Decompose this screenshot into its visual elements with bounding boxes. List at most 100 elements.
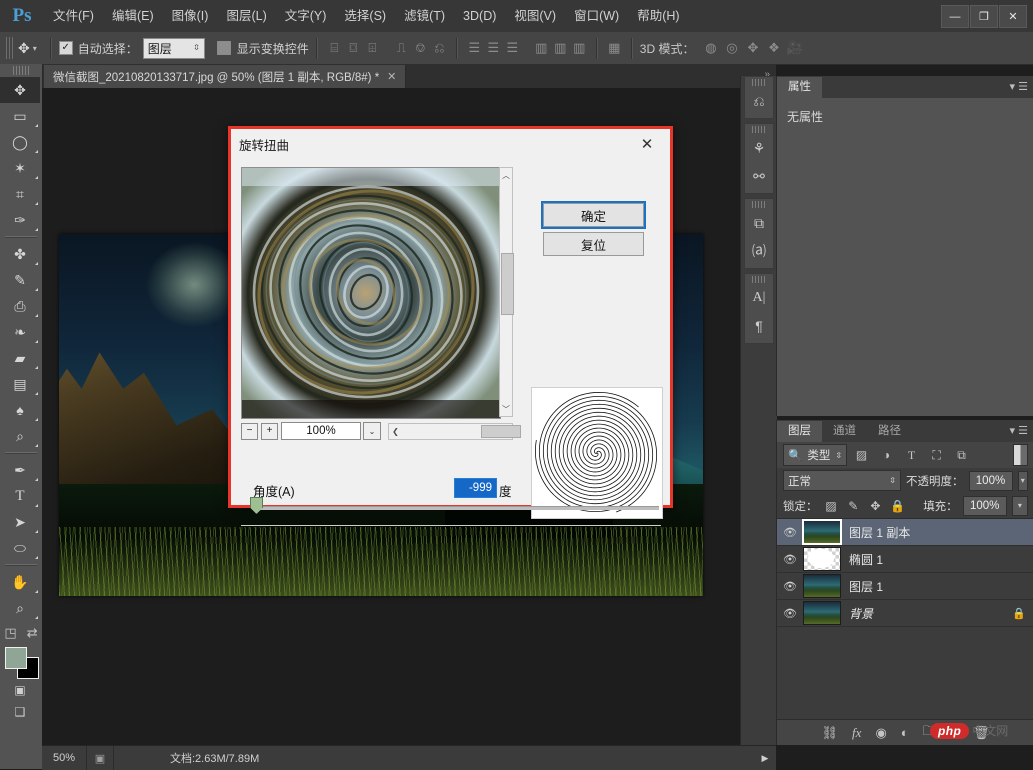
history-brush-tool[interactable]: ❧ [0, 319, 40, 345]
preview-vertical-scrollbar[interactable]: ︿ ﹀ [499, 167, 514, 417]
close-button[interactable]: ✕ [999, 5, 1027, 28]
adjustment-layer-icon[interactable]: ◐ [901, 725, 909, 740]
options-bar-grip[interactable] [6, 37, 13, 59]
hand-tool[interactable]: ✋ [0, 569, 40, 595]
filter-type-icon[interactable]: T [901, 445, 922, 465]
clone-stamp-tool[interactable]: ⎙ [0, 293, 40, 319]
panel-menu-icon[interactable]: ▾ ☰ [1010, 424, 1028, 437]
lock-image-icon[interactable]: ✎ [845, 497, 862, 515]
zoom-in-button[interactable]: + [261, 422, 278, 440]
preview-horizontal-scrollbar[interactable]: ❮ ❯ [388, 422, 521, 440]
color-swatches[interactable] [0, 645, 40, 679]
layer-comps-icon[interactable]: ⧉ [745, 209, 773, 237]
status-menu-arrow-icon[interactable]: ▶ [754, 753, 776, 764]
zoom-level[interactable]: 50% [42, 752, 86, 764]
magic-wand-tool[interactable]: ✶ [0, 155, 40, 181]
dist-center-icon[interactable]: ▥ [551, 39, 570, 58]
menu-3d[interactable]: 3D(D) [454, 0, 505, 32]
show-transform-checkbox[interactable] [216, 41, 231, 55]
layer-thumbnail[interactable] [803, 574, 841, 598]
eyedropper-tool[interactable]: ✑ [0, 207, 40, 233]
scrollbar-thumb[interactable] [481, 424, 521, 438]
align-right-icon[interactable]: ⌹ [363, 39, 382, 58]
angle-slider-track[interactable] [253, 506, 659, 510]
dist-top-icon[interactable]: ☰ [465, 39, 484, 58]
tab-layers[interactable]: 图层 [777, 421, 822, 442]
menu-image[interactable]: 图像(I) [163, 0, 218, 32]
dist-bottom-icon[interactable]: ☰ [503, 39, 522, 58]
lock-transparent-icon[interactable]: ▨ [823, 497, 840, 515]
dist-left-icon[interactable]: ▥ [532, 39, 551, 58]
layer-row-2[interactable]: 👁 椭圆 1 [777, 546, 1033, 573]
brush-tool[interactable]: ✎ [0, 267, 40, 293]
twirl-preview-image[interactable] [241, 167, 501, 419]
rail-grip[interactable] [752, 201, 766, 208]
chevron-down-icon[interactable]: ⌄ [363, 422, 381, 440]
link-layers-icon[interactable]: ⛓ [822, 725, 839, 741]
dist-middle-icon[interactable]: ☰ [484, 39, 503, 58]
rail-grip[interactable] [752, 79, 766, 86]
menu-filter[interactable]: 滤镜(T) [395, 0, 454, 32]
pen-tool[interactable]: ✒ [0, 457, 40, 483]
menu-type[interactable]: 文字(Y) [276, 0, 336, 32]
minimize-button[interactable]: — [941, 5, 969, 28]
eye-icon[interactable]: 👁 [777, 580, 803, 593]
type-tool[interactable]: T [0, 483, 40, 509]
screen-mode-icon[interactable]: ❑ [0, 701, 40, 723]
adjustments-icon[interactable]: ⚘ [745, 134, 773, 162]
fill-dropdown-arrow-icon[interactable]: ▾ [1011, 495, 1028, 516]
auto-select-scope-dropdown[interactable]: 图层 ⇳ [142, 37, 205, 59]
eye-icon[interactable]: 👁 [777, 526, 803, 539]
scroll-down-icon[interactable]: ﹀ [500, 402, 512, 416]
opacity-value[interactable]: 100% [968, 470, 1013, 491]
move-tool[interactable]: ✥ [0, 77, 40, 103]
angle-input[interactable]: -999 [454, 478, 497, 498]
layer-thumbnail[interactable] [803, 601, 841, 625]
quick-mask-icon[interactable]: ▣ [0, 679, 40, 701]
tab-paths[interactable]: 路径 [867, 421, 912, 442]
layer-row-1[interactable]: 👁 图层 1 副本 [777, 519, 1033, 546]
filter-adjustment-icon[interactable]: ◑ [876, 445, 897, 465]
align-center-h-icon[interactable]: ⌼ [344, 39, 363, 58]
menu-view[interactable]: 视图(V) [505, 0, 565, 32]
menu-edit[interactable]: 编辑(E) [103, 0, 163, 32]
dodge-tool[interactable]: ⌕ [0, 423, 40, 449]
history-icon[interactable]: ⎌ [745, 87, 773, 115]
character-icon[interactable]: A| [745, 284, 773, 312]
zoom-out-button[interactable]: − [241, 422, 258, 440]
gradient-tool[interactable]: ▤ [0, 371, 40, 397]
path-selection-tool[interactable]: ➤ [0, 509, 40, 535]
dialog-title-bar[interactable]: 旋转扭曲 ✕ [231, 129, 670, 159]
slide-3d-icon[interactable]: ❖ [763, 38, 784, 58]
eye-icon[interactable]: 👁 [777, 607, 803, 620]
camera-3d-icon[interactable]: 🎥 [784, 38, 805, 58]
align-top-icon[interactable]: ⎍ [392, 39, 411, 58]
tools-panel-grip[interactable] [13, 66, 29, 75]
foreground-color-swatch[interactable] [5, 647, 27, 669]
paragraph-icon[interactable]: ¶ [745, 312, 773, 340]
rail-grip[interactable] [752, 126, 766, 133]
filter-shape-icon[interactable]: ⛶ [926, 445, 947, 465]
crop-tool[interactable]: ⌗ [0, 181, 40, 207]
auto-select-checkbox[interactable]: ✓ [58, 41, 73, 55]
layer-thumbnail[interactable] [802, 519, 842, 545]
lasso-tool[interactable]: ◯ [0, 129, 40, 155]
character-styles-icon[interactable]: ⒜ [745, 237, 773, 265]
ok-button[interactable]: 确定 [541, 201, 646, 229]
eye-icon[interactable]: 👁 [777, 553, 803, 566]
eraser-tool[interactable]: ▰ [0, 345, 40, 371]
marquee-tool[interactable]: ▭ [0, 103, 40, 129]
filter-enable-toggle[interactable] [1013, 444, 1028, 466]
fill-value[interactable]: 100% [962, 495, 1007, 516]
spot-healing-tool[interactable]: ✤ [0, 241, 40, 267]
blend-mode-dropdown[interactable]: 正常 ⇳ [783, 470, 901, 491]
reset-button[interactable]: 复位 [543, 232, 644, 256]
styles-icon[interactable]: ⚯ [745, 162, 773, 190]
menu-select[interactable]: 选择(S) [335, 0, 395, 32]
menu-help[interactable]: 帮助(H) [628, 0, 688, 32]
document-tab[interactable]: 微信截图_20210820133717.jpg @ 50% (图层 1 副本, … [44, 65, 407, 88]
chevron-down-icon[interactable]: ▾ [33, 44, 37, 53]
lock-all-icon[interactable]: 🔒 [889, 497, 906, 515]
blur-tool[interactable]: ♠ [0, 397, 40, 423]
fx-icon[interactable]: fx [852, 725, 861, 741]
